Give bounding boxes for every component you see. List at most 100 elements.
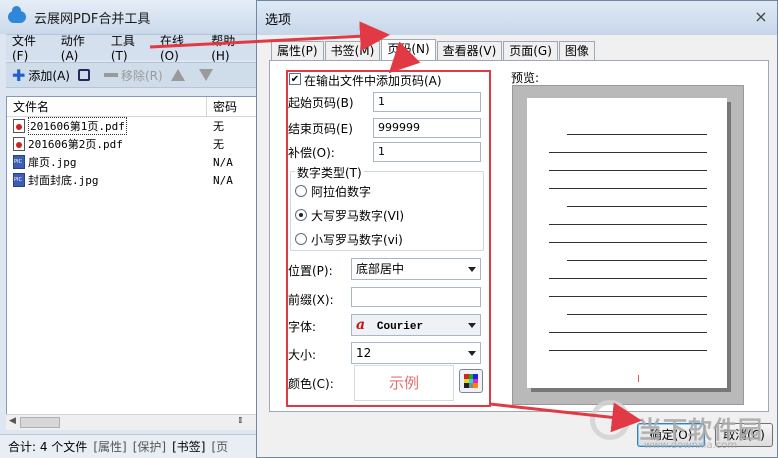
- plus-icon: ✚: [12, 65, 26, 85]
- scroll-grip-icon: ⁞⁞⁞: [238, 416, 242, 426]
- column-password[interactable]: 密码: [207, 97, 237, 116]
- start-page-label: 起始页码(B): [288, 96, 354, 110]
- number-type-label: 数字类型(T): [295, 164, 364, 181]
- menu-file[interactable]: 文件(F): [12, 32, 51, 63]
- radio-roman-upper-label: 大写罗马数字(VI): [311, 209, 405, 223]
- remove-button[interactable]: 移除(R): [103, 67, 163, 84]
- end-page-label: 结束页码(E): [288, 122, 353, 136]
- color-grid-icon: [464, 374, 478, 388]
- chevron-down-icon: [468, 323, 476, 328]
- close-icon[interactable]: ×: [753, 9, 769, 25]
- menu-help[interactable]: 帮助(H): [211, 32, 252, 63]
- prefix-input[interactable]: [351, 287, 481, 307]
- arrow-up-icon: [170, 69, 185, 81]
- arrow-down-icon: [198, 69, 213, 81]
- tab-properties[interactable]: 属性(P): [271, 41, 324, 61]
- size-select[interactable]: 12: [351, 342, 481, 364]
- radio-roman-upper[interactable]: [295, 209, 307, 221]
- end-page-input[interactable]: 999999: [373, 118, 481, 138]
- preview-area: I: [512, 85, 744, 405]
- radio-arabic-label: 阿拉伯数字: [311, 185, 372, 199]
- tab-bookmarks[interactable]: 书签(M): [324, 41, 381, 61]
- toolbar: ✚ 添加(A) 移除(R): [6, 62, 262, 88]
- offset-label: 补偿(O):: [288, 146, 335, 160]
- file-password: 无: [213, 138, 224, 151]
- tab-image[interactable]: 图像: [558, 41, 595, 61]
- main-window: 云展网PDF合并工具 文件(F) 动作(A) 工具(T) 在线(O) 帮助(H)…: [0, 0, 262, 458]
- add-page-numbers-label: 在输出文件中添加页码(A): [304, 74, 442, 88]
- file-row[interactable]: 201606第2页.pdf 无: [7, 135, 261, 153]
- file-name: 201606第2页.pdf: [28, 138, 123, 151]
- preview-label: 预览:: [511, 71, 540, 85]
- statusbar: 合计: 4 个文件 [属性] [保护] [书签] [页: [0, 434, 262, 458]
- status-props[interactable]: [属性]: [93, 438, 126, 455]
- app-titlebar: 云展网PDF合并工具: [0, 0, 262, 34]
- options-dialog: 选项 × 属性(P) 书签(M) 页码(N) 查看器(V) 页面(G) 图像 ✔…: [256, 0, 778, 458]
- status-bookmark[interactable]: [书签]: [172, 438, 205, 455]
- add-label: 添加(A): [28, 68, 70, 83]
- color-picker-button[interactable]: [459, 369, 483, 393]
- preview-page: I: [527, 98, 727, 388]
- tab-strip: 属性(P) 书签(M) 页码(N) 查看器(V) 页面(G) 图像: [271, 39, 596, 61]
- file-password: 无: [213, 120, 224, 133]
- chevron-down-icon: [468, 267, 476, 272]
- scroll-left-icon[interactable]: ◀: [9, 416, 16, 426]
- image-file-icon: [13, 173, 25, 187]
- menu-tools[interactable]: 工具(T): [111, 32, 150, 63]
- offset-input[interactable]: 1: [373, 142, 481, 162]
- add-button[interactable]: ✚ 添加(A): [12, 66, 70, 85]
- pdf-file-icon: [13, 137, 25, 151]
- minus-icon: [103, 73, 118, 77]
- size-value: 12: [356, 346, 372, 360]
- file-password: N/A: [213, 173, 233, 187]
- color-label: 颜色(C):: [288, 377, 334, 391]
- file-row[interactable]: 201606第1页.pdf 无: [7, 117, 261, 135]
- pdf-file-icon: [13, 119, 25, 133]
- image-file-icon: [13, 155, 25, 169]
- scrollbar-thumb[interactable]: [20, 417, 60, 428]
- radio-arabic[interactable]: [295, 185, 307, 197]
- cloud-logo-icon: [8, 6, 26, 23]
- font-sample: 示例: [354, 365, 454, 401]
- status-protect[interactable]: [保护]: [133, 438, 166, 455]
- move-down-button[interactable]: [198, 69, 219, 81]
- menu-action[interactable]: 动作(A): [61, 32, 101, 63]
- file-list[interactable]: 文件名 密码 201606第1页.pdf 无 201606第2页.pdf 无 扉…: [6, 96, 262, 430]
- horizontal-scrollbar[interactable]: ◀ ⁞⁞⁞: [6, 414, 262, 430]
- cancel-button[interactable]: 取消(C): [715, 423, 773, 447]
- dialog-titlebar: 选项 ×: [257, 1, 777, 35]
- font-type-icon: a: [356, 317, 366, 333]
- status-page[interactable]: [页: [211, 438, 228, 455]
- font-value: Courier: [376, 321, 424, 333]
- position-select[interactable]: 底部居中: [351, 258, 481, 280]
- chevron-down-icon: [468, 351, 476, 356]
- file-name: 201606第1页.pdf: [28, 117, 127, 135]
- file-name: 封面封底.jpg: [28, 174, 99, 187]
- menubar: 文件(F) 动作(A) 工具(T) 在线(O) 帮助(H): [6, 32, 262, 63]
- file-name: 扉页.jpg: [28, 156, 77, 169]
- file-password: N/A: [213, 155, 233, 169]
- file-row[interactable]: 扉页.jpg N/A: [7, 153, 261, 171]
- file-list-header: 文件名 密码: [7, 97, 261, 117]
- tab-page-numbers[interactable]: 页码(N): [381, 39, 436, 61]
- position-label: 位置(P):: [288, 264, 333, 278]
- preview-page-number: I: [637, 374, 640, 385]
- remove-label: 移除(R): [120, 68, 163, 83]
- add-page-numbers-checkbox[interactable]: ✔: [289, 73, 301, 85]
- size-label: 大小:: [288, 348, 317, 362]
- square-icon: [77, 69, 90, 81]
- font-select[interactable]: a Courier: [351, 314, 481, 336]
- settings-button[interactable]: [77, 69, 96, 81]
- radio-roman-lower[interactable]: [295, 233, 307, 245]
- dialog-title: 选项: [265, 12, 292, 28]
- font-label: 字体:: [288, 320, 317, 334]
- column-filename[interactable]: 文件名: [7, 97, 207, 116]
- menu-online[interactable]: 在线(O): [160, 32, 201, 63]
- tab-viewer[interactable]: 查看器(V): [436, 41, 503, 61]
- file-row[interactable]: 封面封底.jpg N/A: [7, 171, 261, 189]
- move-up-button[interactable]: [170, 69, 191, 81]
- start-page-input[interactable]: 1: [373, 92, 481, 112]
- tab-page[interactable]: 页面(G): [503, 41, 558, 61]
- radio-roman-lower-label: 小写罗马数字(vi): [311, 233, 403, 247]
- ok-button[interactable]: 确定(O): [637, 423, 705, 447]
